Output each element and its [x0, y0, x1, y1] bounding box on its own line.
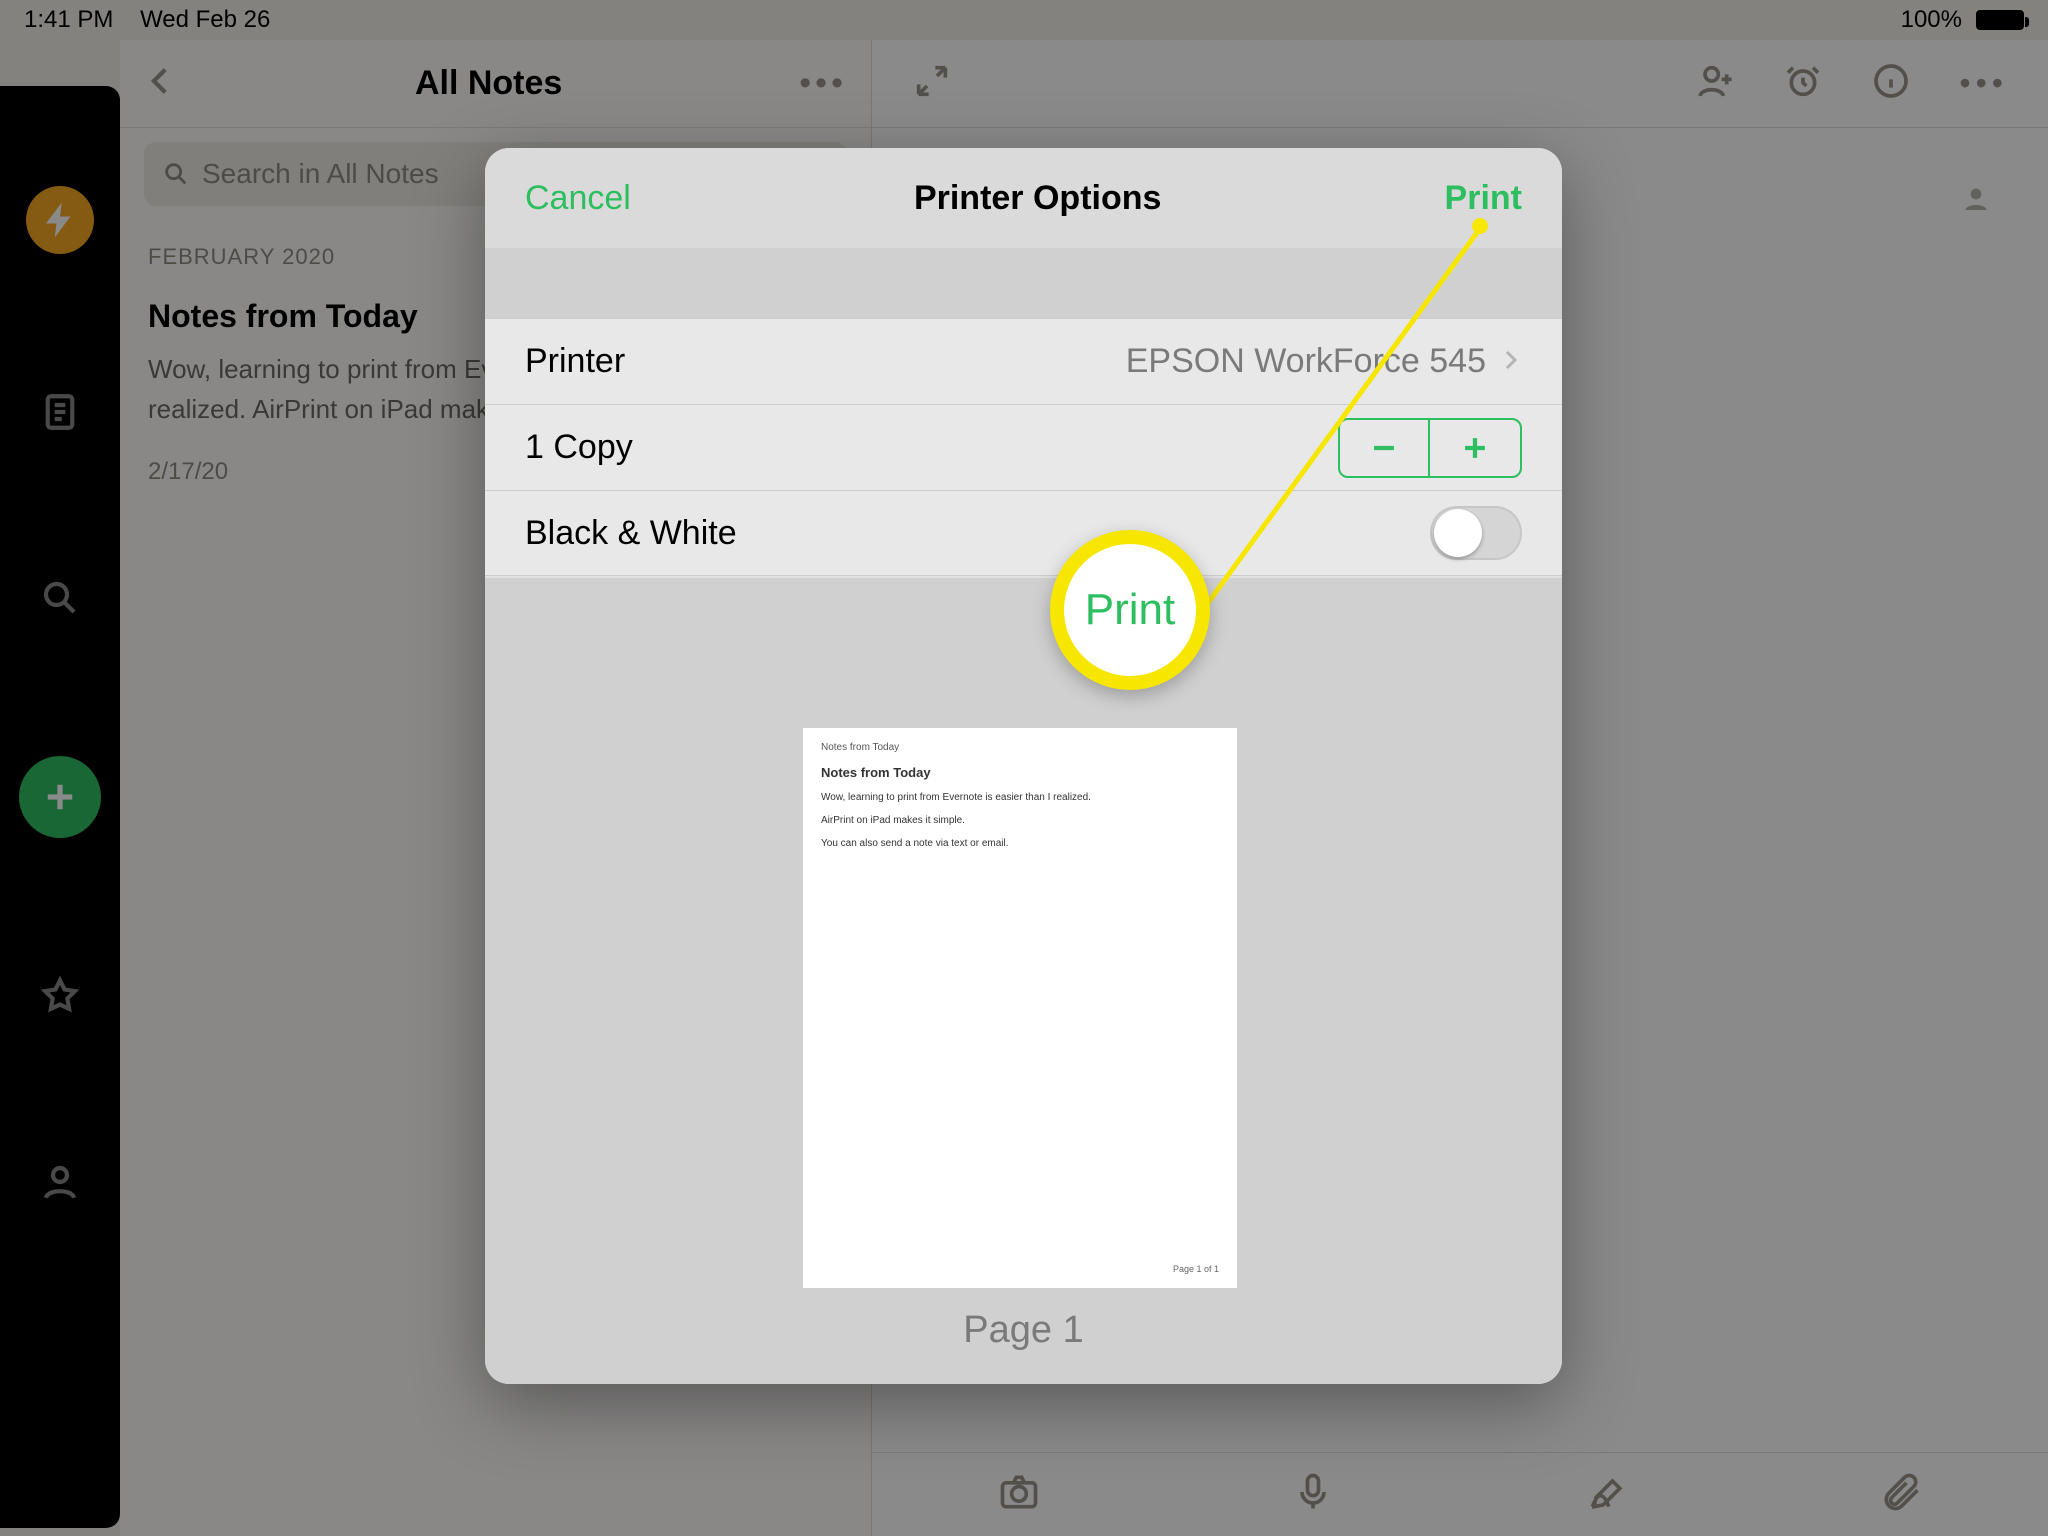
copies-decrease-button[interactable]	[1340, 420, 1430, 476]
modal-title: Printer Options	[914, 179, 1161, 218]
printer-label: Printer	[525, 342, 625, 381]
preview-footer: Page 1 of 1	[821, 1264, 1219, 1274]
cancel-button[interactable]: Cancel	[525, 179, 631, 218]
printer-value: EPSON WorkForce 545	[625, 342, 1498, 381]
bw-row: Black & White	[485, 490, 1562, 576]
printer-options-modal: Cancel Printer Options Print Printer EPS…	[485, 148, 1562, 1384]
preview-line-3: You can also send a note via text or ema…	[821, 838, 1219, 849]
copies-increase-button[interactable]	[1430, 420, 1520, 476]
print-preview-area: Notes from Today Notes from Today Wow, l…	[485, 578, 1562, 1384]
copies-stepper	[1338, 418, 1522, 478]
bw-label: Black & White	[525, 514, 737, 553]
page-indicator: Page 1	[485, 1309, 1562, 1352]
printer-row[interactable]: Printer EPSON WorkForce 545	[485, 318, 1562, 404]
chevron-right-icon	[1498, 342, 1522, 381]
preview-line-2: AirPrint on iPad makes it simple.	[821, 815, 1219, 826]
preview-small-header: Notes from Today	[821, 742, 1219, 753]
print-button[interactable]: Print	[1445, 179, 1522, 218]
copies-label: 1 Copy	[525, 428, 633, 467]
preview-line-1: Wow, learning to print from Evernote is …	[821, 792, 1219, 803]
preview-title: Notes from Today	[821, 765, 1219, 780]
copies-row: 1 Copy	[485, 404, 1562, 490]
preview-page[interactable]: Notes from Today Notes from Today Wow, l…	[803, 728, 1237, 1288]
bw-toggle[interactable]	[1430, 506, 1522, 560]
